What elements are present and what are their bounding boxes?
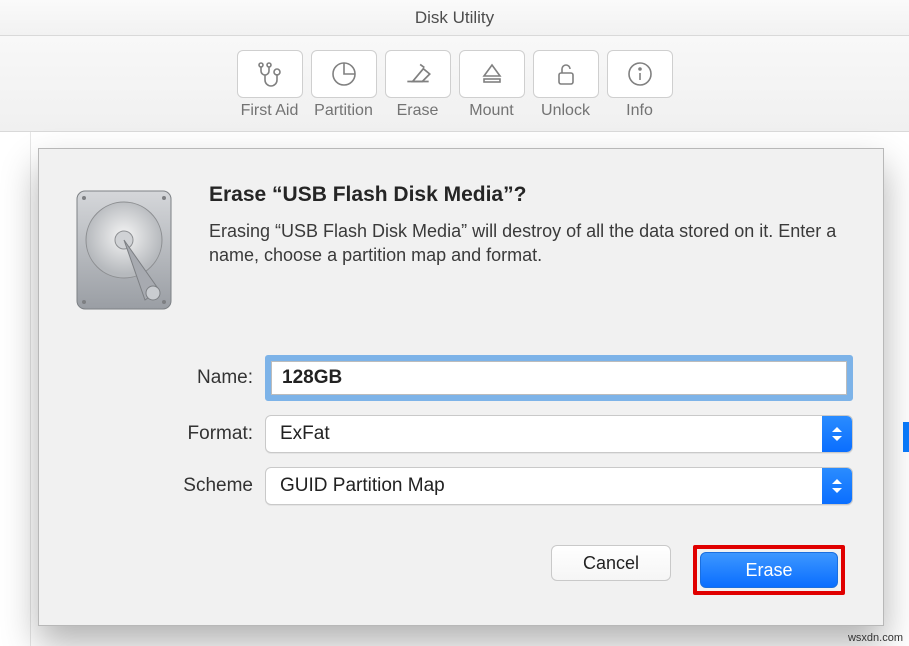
info-icon bbox=[624, 60, 656, 88]
name-input[interactable] bbox=[271, 361, 847, 395]
scheme-select[interactable]: GUID Partition Map bbox=[265, 467, 853, 505]
toolbar-label: Partition bbox=[314, 102, 373, 120]
erase-button[interactable] bbox=[385, 50, 451, 98]
toolbar-label: First Aid bbox=[241, 102, 299, 120]
scheme-label: Scheme bbox=[69, 475, 265, 497]
annotation-highlight: Erase bbox=[693, 545, 845, 595]
window-titlebar: Disk Utility bbox=[0, 0, 909, 36]
info-button[interactable] bbox=[607, 50, 673, 98]
cancel-button-label: Cancel bbox=[583, 553, 639, 574]
first-aid-button[interactable] bbox=[237, 50, 303, 98]
selection-indicator bbox=[903, 422, 909, 452]
toolbar-item-first-aid[interactable]: First Aid bbox=[237, 50, 303, 120]
toolbar: First Aid Partition Erase bbox=[0, 36, 909, 132]
chevron-up-down-icon bbox=[822, 416, 852, 452]
toolbar-label: Info bbox=[626, 102, 653, 120]
window-title: Disk Utility bbox=[415, 8, 494, 28]
sheet-description: Erasing “USB Flash Disk Media” will dest… bbox=[209, 219, 853, 268]
erase-confirm-button[interactable]: Erase bbox=[700, 552, 838, 588]
scheme-value: GUID Partition Map bbox=[280, 475, 445, 497]
erase-button-label: Erase bbox=[745, 560, 792, 581]
toolbar-item-info[interactable]: Info bbox=[607, 50, 673, 120]
pie-icon bbox=[328, 60, 360, 88]
partition-button[interactable] bbox=[311, 50, 377, 98]
toolbar-label: Unlock bbox=[541, 102, 590, 120]
toolbar-item-partition[interactable]: Partition bbox=[311, 50, 377, 120]
name-label: Name: bbox=[69, 367, 265, 389]
eraser-icon bbox=[402, 60, 434, 88]
stethoscope-icon bbox=[254, 60, 286, 88]
toolbar-item-erase[interactable]: Erase bbox=[385, 50, 451, 120]
disk-icon bbox=[69, 183, 179, 313]
toolbar-item-mount[interactable]: Mount bbox=[459, 50, 525, 120]
unlock-button[interactable] bbox=[533, 50, 599, 98]
name-field-focus-ring bbox=[265, 355, 853, 401]
toolbar-label: Erase bbox=[397, 102, 439, 120]
eject-icon bbox=[476, 60, 508, 88]
erase-sheet: Erase “USB Flash Disk Media”? Erasing “U… bbox=[38, 148, 884, 626]
mount-button[interactable] bbox=[459, 50, 525, 98]
format-select[interactable]: ExFat bbox=[265, 415, 853, 453]
sidebar bbox=[0, 132, 31, 646]
lock-icon bbox=[550, 60, 582, 88]
chevron-up-down-icon bbox=[822, 468, 852, 504]
cancel-button[interactable]: Cancel bbox=[551, 545, 671, 581]
toolbar-label: Mount bbox=[469, 102, 513, 120]
toolbar-item-unlock[interactable]: Unlock bbox=[533, 50, 599, 120]
watermark: wsxdn.com bbox=[848, 632, 903, 644]
sheet-title: Erase “USB Flash Disk Media”? bbox=[209, 183, 853, 207]
format-label: Format: bbox=[69, 423, 265, 445]
erase-form: Name: Format: ExFat Scheme GUID Par bbox=[69, 355, 853, 595]
format-value: ExFat bbox=[280, 423, 330, 445]
